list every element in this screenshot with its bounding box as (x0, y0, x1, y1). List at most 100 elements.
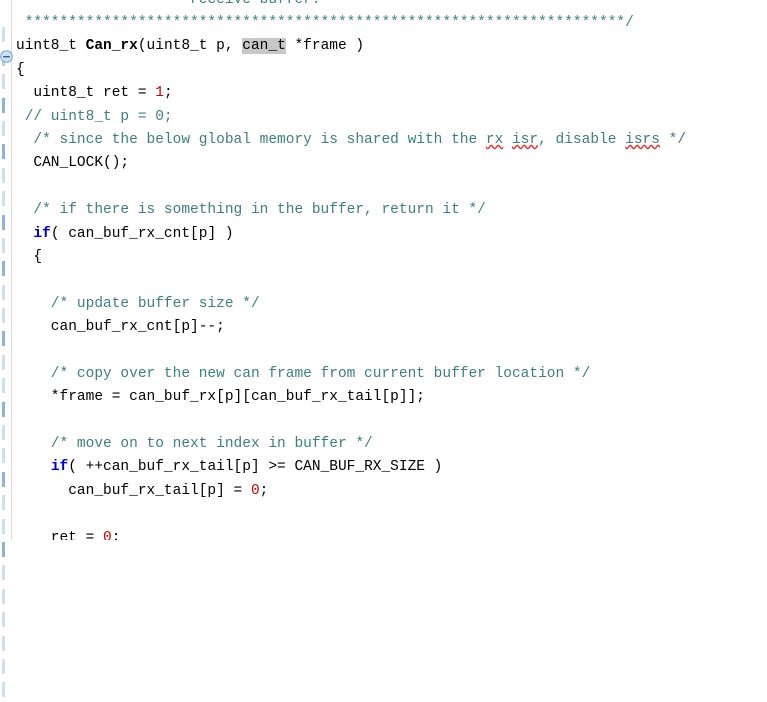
code-line-22[interactable]: can_buf_rx_tail[p] = 0; (12, 480, 767, 503)
change-bar (2, 144, 5, 160)
change-bar (2, 448, 5, 464)
misspelled-word-isr: isr (512, 131, 539, 148)
gutter-row (0, 70, 11, 93)
gutter-row (0, 187, 11, 210)
keyword-if: if (50, 459, 69, 476)
change-bar (2, 191, 5, 207)
gutter-row (0, 164, 11, 187)
change-bar (2, 425, 5, 441)
code-line-1-text: receive buffer. (16, 0, 321, 8)
return-type: uint8_t (16, 38, 86, 55)
change-bar (2, 167, 5, 183)
gutter-row (0, 655, 11, 678)
code-line-14-text: /* update buffer size */ (16, 295, 260, 312)
code-line-20-text: /* move on to next index in buffer */ (16, 436, 373, 453)
code-line-17-text: /* copy over the new can frame from curr… (16, 365, 591, 382)
code-editor[interactable]: receive buffer. ************************… (0, 0, 767, 698)
gutter-row (0, 304, 11, 327)
code-line-2[interactable]: ****************************************… (12, 12, 767, 35)
code-line-4[interactable]: { (12, 59, 767, 82)
change-bar (2, 331, 5, 347)
numeric-literal: 1 (155, 85, 164, 102)
code-line-20[interactable]: /* move on to next index in buffer */ (12, 433, 767, 456)
code-line-8-text: CAN_LOCK(); (16, 155, 130, 172)
gutter-row (0, 211, 11, 234)
function-name: Can_rx (85, 38, 138, 55)
code-line-15-text: can_buf_rx_cnt[p]--; (16, 319, 225, 336)
gutter-row (0, 444, 11, 467)
code-line-13[interactable] (12, 269, 767, 292)
gutter-row (0, 678, 11, 701)
gutter-row (0, 491, 11, 514)
code-line-11[interactable]: if( can_buf_rx_cnt[p] ) (12, 223, 767, 246)
editor-gutter[interactable] (0, 0, 13, 698)
keyword-if: if (33, 225, 51, 242)
change-bar (2, 471, 5, 487)
change-bar (2, 658, 5, 674)
code-line-10-text: /* if there is something in the buffer, … (16, 202, 486, 219)
selected-token-can-t[interactable]: can_t (242, 38, 286, 55)
code-line-12-text: { (16, 248, 43, 265)
change-bar (2, 401, 5, 417)
gutter-row (0, 117, 11, 140)
change-bar (2, 612, 5, 628)
gutter-row (0, 351, 11, 374)
code-line-10[interactable]: /* if there is something in the buffer, … (12, 199, 767, 222)
change-bar (2, 284, 5, 300)
code-line-18-text: *frame = can_buf_rx[p][can_buf_rx_tail[p… (16, 389, 425, 406)
gutter-row (0, 515, 11, 538)
gutter-row (0, 585, 11, 608)
change-bar (2, 635, 5, 651)
code-line-18[interactable]: *frame = can_buf_rx[p][can_buf_rx_tail[p… (12, 386, 767, 409)
change-bar (2, 214, 5, 230)
gutter-change-markers (0, 0, 13, 702)
code-line-7[interactable]: /* since the below global memory is shar… (12, 129, 767, 152)
code-line-12[interactable]: { (12, 246, 767, 269)
gutter-row-fold[interactable] (0, 47, 13, 70)
numeric-literal: 0 (250, 482, 260, 499)
code-line-9[interactable] (12, 176, 767, 199)
code-line-5[interactable]: uint8_t ret = 1; (12, 82, 767, 105)
gutter-row (0, 94, 11, 117)
code-line-23[interactable] (12, 503, 767, 526)
gutter-row (0, 608, 11, 631)
gutter-row (0, 468, 11, 491)
change-bar (2, 565, 5, 581)
code-line-19[interactable] (12, 410, 767, 433)
gutter-row (0, 374, 11, 397)
change-bar (2, 261, 5, 277)
change-bar (2, 354, 5, 370)
code-line-24[interactable]: ret = 0; (12, 527, 767, 540)
change-bar (2, 495, 5, 511)
gutter-row (0, 398, 11, 421)
code-line-6-text: // uint8_t p = 0; (16, 108, 173, 125)
change-bar (2, 378, 5, 394)
change-bar (2, 74, 5, 90)
change-bar (2, 682, 5, 698)
code-line-21[interactable]: if( ++can_buf_rx_tail[p] >= CAN_BUF_RX_S… (12, 456, 767, 479)
misspelled-word-rx: rx (485, 131, 504, 148)
code-line-6[interactable]: // uint8_t p = 0; (12, 106, 767, 129)
code-line-17[interactable]: /* copy over the new can frame from curr… (12, 363, 767, 386)
gutter-row (0, 327, 11, 350)
gutter-row (0, 281, 11, 304)
change-bar (2, 308, 5, 324)
change-bar (2, 27, 5, 43)
change-bar (2, 541, 5, 557)
code-line-2-text: ****************************************… (16, 15, 634, 31)
code-line-3[interactable]: uint8_t Can_rx(uint8_t p, can_t *frame ) (12, 35, 767, 58)
change-bar (2, 97, 5, 113)
gutter-row (0, 0, 11, 23)
code-line-15[interactable]: can_buf_rx_cnt[p]--; (12, 316, 767, 339)
code-line-14[interactable]: /* update buffer size */ (12, 293, 767, 316)
change-bar (2, 588, 5, 604)
gutter-row (0, 632, 11, 655)
code-line-16[interactable] (12, 339, 767, 362)
gutter-row (0, 257, 11, 280)
code-text-area[interactable]: receive buffer. ************************… (12, 0, 767, 540)
gutter-row (0, 23, 11, 46)
code-line-8[interactable]: CAN_LOCK(); (12, 152, 767, 175)
code-line-1[interactable]: receive buffer. (12, 0, 767, 12)
misspelled-word-isrs: isrs (625, 131, 660, 148)
change-bar (2, 518, 5, 534)
